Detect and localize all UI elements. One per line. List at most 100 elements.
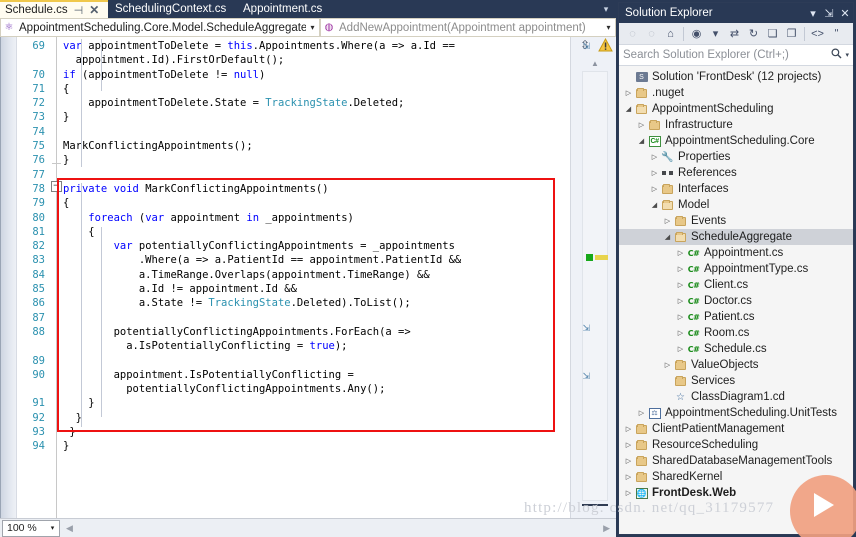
hscrollbar-right-arrow[interactable]: ▶ [603, 523, 610, 534]
chevron-right-icon[interactable]: ▷ [623, 89, 634, 97]
tree-item[interactable]: ☆ ClassDiagram1.cd [619, 389, 853, 405]
tree-item[interactable]: ◢ ScheduleAggregate [619, 229, 853, 245]
tree-item[interactable]: ▷ ⚖ AppointmentScheduling.UnitTests [619, 405, 853, 421]
search-input-placeholder[interactable]: Search Solution Explorer (Ctrl+;) [623, 49, 831, 61]
chevron-down-icon[interactable]: ▾ [306, 23, 319, 32]
document-tab-strip: Schedule.cs ⊣ ✕ SchedulingContext.cs App… [0, 0, 616, 18]
chevron-right-icon[interactable]: ▷ [623, 441, 634, 449]
tab-overflow-chevron-down-icon[interactable]: ▾ [600, 4, 612, 14]
chevron-right-icon[interactable]: ▷ [675, 345, 686, 353]
tree-item-label: ClassDiagram1.cd [691, 391, 785, 403]
folder-icon [660, 183, 675, 194]
member-dropdown[interactable]: ◍ AddNewAppointment(Appointment appointm… [320, 18, 616, 37]
tree-item[interactable]: S Solution 'FrontDesk' (12 projects) [619, 69, 853, 85]
chevron-right-icon[interactable]: ▷ [675, 313, 686, 321]
chevron-right-icon[interactable]: ▷ [636, 409, 647, 417]
back-arrow-icon[interactable]: ◌ [623, 25, 642, 43]
document-tab-schedulingcontext[interactable]: SchedulingContext.cs [110, 0, 232, 18]
chevron-right-icon[interactable]: ▷ [623, 489, 634, 497]
document-tab-schedule[interactable]: Schedule.cs ⊣ ✕ [0, 0, 108, 18]
chevron-right-icon[interactable]: ▷ [662, 361, 673, 369]
tree-item[interactable]: ▷ 🔧 Properties [619, 149, 853, 165]
tree-item[interactable]: ▷ ResourceScheduling [619, 437, 853, 453]
forward-arrow-icon[interactable]: ◌ [642, 25, 661, 43]
chevron-right-icon[interactable]: ▷ [675, 249, 686, 257]
close-icon[interactable]: ✕ [89, 3, 99, 17]
chevron-right-icon[interactable]: ▷ [623, 425, 634, 433]
pending-changes-icon[interactable]: ◉ [687, 25, 706, 43]
chevron-right-icon[interactable]: ▷ [649, 185, 660, 193]
overflow-icon[interactable]: ʺ [827, 25, 846, 43]
chevron-down-icon[interactable]: ◢ [636, 137, 647, 145]
pin-icon[interactable]: ⇲ [821, 7, 837, 20]
tree-item[interactable]: ◢ C# AppointmentScheduling.Core [619, 133, 853, 149]
vertical-scrollbar[interactable] [582, 71, 608, 501]
tree-item[interactable]: ▷ C# Client.cs [619, 277, 853, 293]
chevron-right-icon[interactable]: ▷ [675, 329, 686, 337]
chevron-right-icon[interactable]: ▷ [636, 121, 647, 129]
tree-item[interactable]: ◢ Model [619, 197, 853, 213]
chevron-down-icon[interactable]: ▾ [706, 25, 725, 43]
line-number: 73 [32, 111, 45, 124]
tree-item[interactable]: ▷ C# Schedule.cs [619, 341, 853, 357]
code-editor-surface[interactable]: 69 70 71 72 73 74 75 76 77 78 79 80 81 82 83 84 85 86 87 88… [0, 37, 616, 518]
class-dropdown[interactable]: ⚛ AppointmentScheduling.Core.Model.Sched… [0, 18, 320, 37]
tree-item[interactable]: ▷ C# Appointment.cs [619, 245, 853, 261]
tree-item[interactable]: ▷ C# Doctor.cs [619, 293, 853, 309]
tree-item[interactable]: ▷ References [619, 165, 853, 181]
toolbar-separator [804, 26, 805, 41]
tree-item[interactable]: ◢ AppointmentScheduling [619, 101, 853, 117]
home-icon[interactable]: ⌂ [661, 25, 680, 43]
tree-item[interactable]: ▷ ClientPatientManagement [619, 421, 853, 437]
scrollbar-up-arrow[interactable]: ▲ [588, 59, 602, 69]
chevron-down-icon[interactable]: ◢ [623, 105, 634, 113]
tree-item[interactable]: ▷ Interfaces [619, 181, 853, 197]
show-all-files-icon[interactable]: ❐ [782, 25, 801, 43]
tree-item[interactable]: ▷ Infrastructure [619, 117, 853, 133]
tree-item[interactable]: ▷ C# AppointmentType.cs [619, 261, 853, 277]
tree-item[interactable]: ▷ ValueObjects [619, 357, 853, 373]
chevron-right-icon[interactable]: ▷ [623, 457, 634, 465]
tree-item[interactable]: ▷ Events [619, 213, 853, 229]
chevron-down-icon[interactable]: ▾ [805, 7, 821, 20]
close-icon[interactable]: ✕ [837, 7, 853, 20]
code-text[interactable]: var appointmentToDelete = this.Appointme… [63, 37, 571, 518]
code-line: if (appointmentToDelete != null) [63, 68, 266, 81]
zoom-level-dropdown[interactable]: 100 % ▾ [2, 519, 60, 537]
solution-explorer-search[interactable]: Search Solution Explorer (Ctrl+;) ▾ [619, 45, 853, 66]
pin-icon[interactable]: ⊣ [74, 4, 84, 17]
chevron-right-icon[interactable]: ▷ [675, 297, 686, 305]
document-tab-appointment[interactable]: Appointment.cs [238, 0, 338, 18]
solution-explorer-tree[interactable]: S Solution 'FrontDesk' (12 projects) ▷ .nug… [619, 67, 853, 534]
chevron-down-icon[interactable]: ◢ [662, 233, 673, 241]
chevron-right-icon[interactable]: ▷ [675, 281, 686, 289]
chevron-right-icon[interactable]: ▷ [662, 217, 673, 225]
search-options-chevron-down-icon[interactable]: ▾ [845, 51, 849, 59]
chevron-down-icon[interactable]: ◢ [649, 201, 660, 209]
warning-icon[interactable] [598, 37, 613, 52]
tree-item[interactable]: ▷ .nuget [619, 85, 853, 101]
tree-item[interactable]: ▷ C# Patient.cs [619, 309, 853, 325]
sync-with-active-document-icon[interactable]: ⇄ [725, 25, 744, 43]
chevron-down-icon[interactable]: ▾ [46, 524, 59, 532]
outlining-collapse-toggle[interactable]: − [50, 181, 62, 192]
document-tab-label: Schedule.cs [5, 4, 68, 16]
chevron-right-icon[interactable]: ▷ [675, 265, 686, 273]
hscrollbar-left-arrow[interactable]: ◀ [66, 523, 73, 534]
tree-item[interactable]: Services [619, 373, 853, 389]
search-icon[interactable] [831, 48, 842, 62]
csharp-file-icon: C# [687, 296, 700, 306]
chevron-right-icon[interactable]: ▷ [623, 473, 634, 481]
line-number: 76 [32, 154, 45, 167]
chevron-right-icon[interactable]: ▷ [649, 153, 660, 161]
refresh-icon[interactable]: ↻ [744, 25, 763, 43]
chevron-down-icon[interactable]: ▾ [602, 23, 615, 32]
tree-item[interactable]: ▷ SharedDatabaseManagementTools [619, 453, 853, 469]
collapse-all-icon[interactable]: ❏ [763, 25, 782, 43]
chevron-right-icon[interactable]: ▷ [649, 169, 660, 177]
tree-item[interactable]: ▷ C# Room.cs [619, 325, 853, 341]
view-code-icon[interactable]: <> [808, 25, 827, 43]
outlining-margin[interactable]: − [49, 37, 63, 518]
tree-item-label: ValueObjects [691, 359, 759, 371]
line-number: 93 [32, 426, 45, 439]
